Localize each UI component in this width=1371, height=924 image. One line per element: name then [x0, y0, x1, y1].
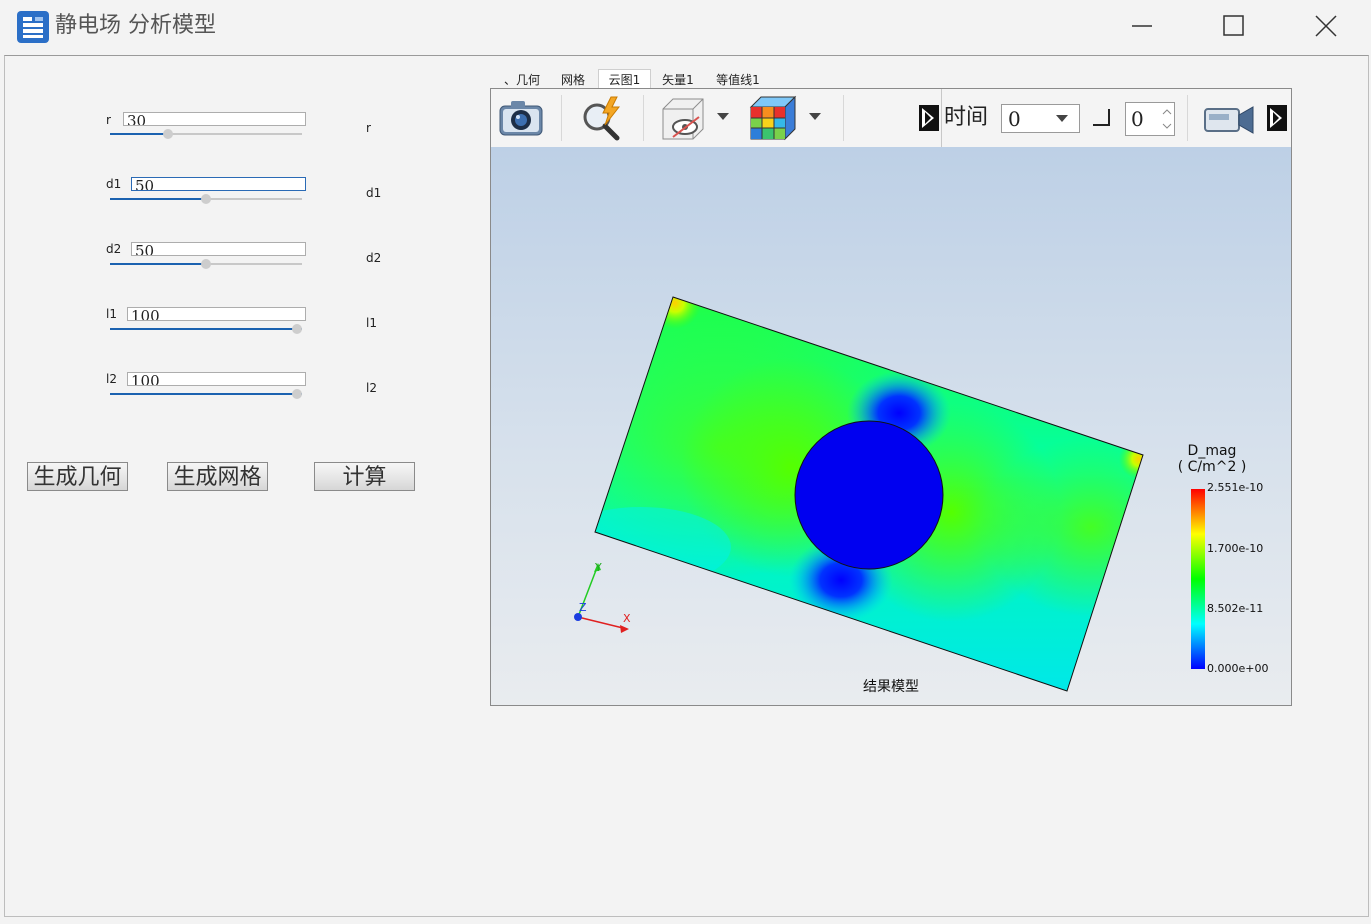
toolbar-separator — [1187, 95, 1188, 141]
tab-vector[interactable]: 矢量1 — [658, 70, 698, 88]
tab-contour[interactable]: 云图1 — [598, 69, 651, 89]
hidden-box-icon[interactable] — [659, 95, 709, 141]
result-viewer: 时间 0 0 Y X Z D_mag (C/m^2) 2.551e-10 1… — [490, 88, 1292, 706]
legend-tick-min: 0.000e+00 — [1207, 662, 1269, 675]
minimize-icon[interactable] — [1122, 8, 1162, 44]
app-logo-icon — [17, 11, 49, 43]
param-slider-r[interactable] — [110, 129, 302, 139]
tab-isoline[interactable]: 等值线1 — [712, 70, 764, 88]
param-input-r[interactable]: 30 — [123, 112, 306, 126]
slider-handle[interactable] — [163, 129, 173, 139]
time-select[interactable]: 0 — [1001, 104, 1080, 133]
slider-fill — [110, 328, 302, 330]
tab-mesh[interactable]: 网格 — [556, 70, 590, 88]
chevron-down-icon[interactable] — [1056, 115, 1068, 123]
param-label-l2: l2 — [106, 372, 117, 386]
param-input-l1[interactable]: 100 — [127, 307, 306, 321]
spin-up-icon[interactable] — [1162, 109, 1172, 115]
viewer-toolbar: 时间 0 0 — [491, 89, 1291, 148]
step-spinbox-value: 0 — [1131, 107, 1144, 131]
param-unit-d2: d2 — [366, 251, 382, 265]
slider-handle[interactable] — [201, 259, 211, 269]
time-label: 时间 — [944, 105, 989, 130]
axis-z-label: Z — [579, 601, 587, 614]
param-unit-l2: l2 — [366, 381, 377, 395]
param-unit-r: r — [366, 121, 371, 135]
render-scene[interactable]: Y X Z D_mag ( C/m^2 ) 2.551e-10 1.700e-1… — [491, 147, 1291, 705]
step-spinbox[interactable]: 0 — [1125, 102, 1175, 136]
param-slider-d2[interactable] — [110, 259, 302, 269]
zoom-lightning-icon[interactable] — [577, 95, 627, 141]
slider-handle[interactable] — [292, 324, 302, 334]
param-input-l2[interactable]: 100 — [127, 372, 306, 386]
param-label-r: r — [106, 113, 111, 127]
param-label-d1: d1 — [106, 177, 122, 191]
camera-icon[interactable] — [497, 97, 545, 139]
toolbar-separator — [643, 95, 644, 141]
toolbar-overflow-icon[interactable] — [1267, 105, 1287, 131]
legend-title: D_mag ( C/m^2 ) — [1171, 443, 1253, 475]
toolbar-separator — [843, 95, 844, 141]
param-input-d1[interactable]: 50 — [131, 177, 306, 191]
legend-tick: 8.502e-11 — [1207, 602, 1264, 615]
legend-tick: 1.700e-10 — [1207, 542, 1264, 555]
close-icon[interactable] — [1306, 8, 1346, 44]
colormap-cube-icon[interactable] — [749, 95, 799, 141]
slider-fill — [110, 198, 206, 200]
slider-fill — [110, 133, 168, 135]
param-unit-l1: l1 — [366, 316, 377, 330]
legend-colorbar — [1191, 489, 1205, 669]
param-unit-d1: d1 — [366, 186, 382, 200]
slider-fill — [110, 263, 206, 265]
spin-down-icon[interactable] — [1162, 123, 1172, 129]
legend-tick-max: 2.551e-10 — [1207, 481, 1264, 494]
step-frame-icon — [1093, 109, 1110, 126]
axis-x-label: X — [623, 612, 631, 625]
generate-mesh-button[interactable]: 生成网格 — [167, 462, 268, 491]
toolbar-separator — [941, 89, 942, 147]
time-select-value: 0 — [1008, 107, 1021, 131]
video-camera-icon[interactable] — [1203, 103, 1255, 137]
scene-caption: 结果模型 — [863, 679, 919, 695]
tab-geometry[interactable]: 、几何 — [502, 70, 542, 88]
slider-handle[interactable] — [201, 194, 211, 204]
slider-fill — [110, 393, 302, 395]
toolbar-separator — [561, 95, 562, 141]
param-slider-l1[interactable] — [110, 324, 302, 334]
field-plot: Y X Z — [574, 296, 1205, 692]
param-slider-d1[interactable] — [110, 194, 302, 204]
maximize-icon[interactable] — [1213, 8, 1253, 44]
param-label-d2: d2 — [106, 242, 122, 256]
compute-button[interactable]: 计算 — [314, 462, 415, 491]
toolbar-overflow-icon[interactable] — [919, 105, 939, 131]
legend-title-line2: ( C/m^2 ) — [1177, 459, 1247, 475]
chevron-down-icon[interactable] — [809, 113, 821, 121]
title-bar: 静电场 分析模型 — [0, 0, 1371, 55]
slider-handle[interactable] — [292, 389, 302, 399]
generate-geometry-button[interactable]: 生成几何 — [27, 462, 128, 491]
param-label-l1: l1 — [106, 307, 117, 321]
chevron-down-icon[interactable] — [717, 113, 729, 121]
axis-y-label: Y — [594, 561, 602, 574]
param-input-d2[interactable]: 50 — [131, 242, 306, 256]
param-slider-l2[interactable] — [110, 389, 302, 399]
legend-title-line1: D_mag — [1187, 443, 1237, 459]
window-title: 静电场 分析模型 — [55, 13, 216, 38]
